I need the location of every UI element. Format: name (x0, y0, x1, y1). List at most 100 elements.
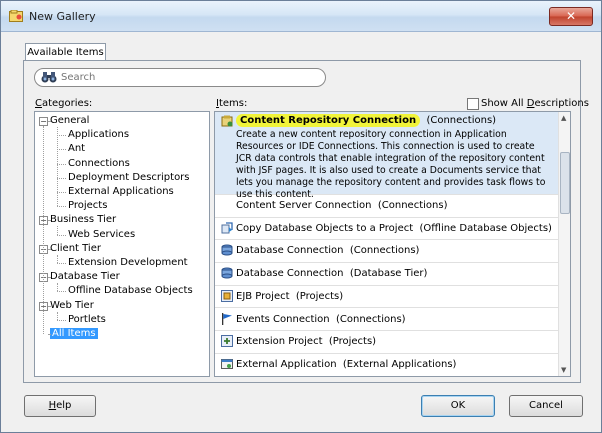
items-scrollbar[interactable]: ▲ ▼ (558, 112, 570, 376)
help-button[interactable]: Help (24, 395, 96, 417)
gallery-item-title: Extension Project (Projects) (236, 336, 376, 347)
tree-connector (48, 220, 50, 222)
gallery-item-category: (Connections) (420, 115, 497, 126)
database-icon (221, 244, 233, 256)
tree-connector (57, 135, 66, 137)
title-bar: New Gallery ✕ (1, 1, 601, 32)
gallery-item-title: Database Connection (Connections) (236, 245, 419, 256)
items-list[interactable]: ▲ ▼ Content Repository Connection (Conne… (214, 111, 571, 377)
gallery-item-category: (Offline Database Objects) (413, 222, 552, 234)
scroll-up-icon[interactable]: ▲ (561, 114, 566, 122)
tree-subcategory[interactable]: Ant (68, 142, 85, 156)
tree-category[interactable]: General (50, 114, 89, 128)
tree-category[interactable]: Web Tier (50, 299, 94, 313)
tree-connector (57, 226, 58, 235)
show-all-descriptions-checkbox[interactable] (467, 98, 479, 110)
scroll-down-icon[interactable]: ▼ (561, 366, 566, 374)
tree-node-label: Web Services (68, 228, 136, 240)
tree-node-label: All Items (50, 328, 98, 339)
gallery-item[interactable]: Database Connection (Connections) (215, 239, 558, 264)
tree-subcategory[interactable]: Applications (68, 128, 129, 142)
content-repository-icon (221, 115, 233, 127)
tree-subcategory[interactable]: External Applications (68, 185, 174, 199)
tree-connector (57, 254, 58, 263)
gallery-item-category: (Connections) (329, 313, 406, 325)
tree-subcategory[interactable]: Offline Database Objects (68, 284, 193, 298)
gallery-item-title: Events Connection (Connections) (236, 314, 406, 325)
gallery-item[interactable]: External Application (External Applicati… (215, 353, 558, 376)
search-box[interactable] (34, 68, 326, 87)
gallery-item[interactable]: Content Server Connection (Connections) (215, 194, 558, 218)
scroll-thumb[interactable] (560, 152, 570, 214)
gallery-item-name: Extension Project (236, 336, 323, 348)
tree-node-label: Offline Database Objects (68, 285, 193, 297)
external-app-icon (221, 358, 233, 369)
gallery-item-title: Copy Database Objects to a Project (Offl… (236, 223, 552, 234)
new-gallery-dialog: New Gallery ✕ Available Items Categories… (0, 0, 602, 433)
gallery-icon (9, 10, 23, 22)
close-button[interactable]: ✕ (549, 7, 593, 26)
tree-connector (57, 291, 66, 293)
categories-label: Categories: (35, 98, 93, 109)
tree-subcategory[interactable]: Connections (68, 157, 130, 171)
copy-database-icon (221, 222, 233, 234)
tree-category[interactable]: Client Tier (50, 242, 101, 256)
cancel-button[interactable]: Cancel (509, 395, 583, 417)
ok-button[interactable]: OK (421, 395, 495, 417)
tree-node-label: Applications (68, 129, 130, 141)
gallery-item-title: Content Repository Connection (Connectio… (236, 114, 497, 127)
gallery-item[interactable]: EJB Project (Projects) (215, 285, 558, 309)
tree-category[interactable]: Database Tier (50, 270, 120, 284)
tree-connector (57, 149, 66, 151)
binoculars-icon (41, 72, 57, 83)
tree-subcategory[interactable]: Extension Development (68, 256, 188, 270)
tree-connector (57, 319, 66, 321)
gallery-item[interactable]: Events Connection (Connections) (215, 308, 558, 332)
gallery-item-category: (Projects) (289, 290, 344, 302)
tree-subcategory[interactable]: Web Services (68, 228, 135, 242)
categories-tree[interactable]: General − Applications Ant Connections Deploy… (34, 111, 210, 377)
tree-subcategory[interactable]: Portlets (68, 313, 106, 327)
gallery-item-category: (Connections) (371, 200, 448, 211)
gallery-item-category: (Projects) (322, 336, 377, 348)
tree-subcategory[interactable]: Projects (68, 199, 107, 213)
tree-subcategory[interactable]: Deployment Descriptors (68, 171, 190, 185)
gallery-item-category: (Database Tier) (343, 268, 428, 280)
gallery-item-name: Database Connection (236, 245, 344, 257)
gallery-item-title: Content Server Connection (Connections) (236, 200, 447, 211)
gallery-item[interactable]: Database Connection (Database Tier) (215, 262, 558, 286)
gallery-item[interactable]: Extension Project (Projects) (215, 330, 558, 354)
ejb-project-icon (221, 289, 233, 302)
collapse-toggle-icon[interactable]: − (39, 117, 48, 126)
gallery-item[interactable]: Copy Database Objects to a Project (Offl… (215, 217, 558, 241)
gallery-item-category: (Connections) (343, 245, 420, 257)
tree-connector (43, 126, 44, 334)
tree-connector (57, 163, 66, 165)
tree-node-label: External Applications (68, 186, 174, 197)
show-all-descriptions-label[interactable]: Show All Descriptions (481, 98, 589, 109)
tree-category[interactable]: Business Tier (50, 213, 116, 227)
tree-node-label: Ant (68, 143, 86, 155)
search-input[interactable] (61, 70, 311, 84)
gallery-item-description: Create a new content repository connecti… (236, 129, 546, 200)
tree-connector (48, 248, 50, 250)
tree-connector (57, 177, 66, 179)
tree-category[interactable]: All Items (50, 327, 98, 341)
tree-connector (57, 206, 66, 208)
gallery-item-name: Events Connection (236, 313, 330, 325)
extension-project-icon (221, 335, 233, 348)
gallery-item-name: EJB Project (236, 290, 290, 302)
tree-connector (57, 283, 58, 292)
tab-available-items[interactable]: Available Items (25, 43, 106, 61)
tree-node-label: Projects (68, 200, 108, 212)
gallery-item-title: External Application (External Applicati… (236, 359, 456, 370)
flag-icon (222, 312, 232, 325)
tree-connector (57, 234, 66, 236)
tree-node-label: Web Tier (50, 299, 94, 311)
gallery-item[interactable]: Content Repository Connection (Connectio… (215, 112, 558, 200)
tree-connector (48, 334, 50, 335)
gallery-item-name: External Application (236, 358, 337, 370)
tree-node-label: Portlets (68, 313, 106, 325)
tree-connector (57, 263, 66, 264)
gallery-item-name: Database Connection (236, 268, 344, 280)
